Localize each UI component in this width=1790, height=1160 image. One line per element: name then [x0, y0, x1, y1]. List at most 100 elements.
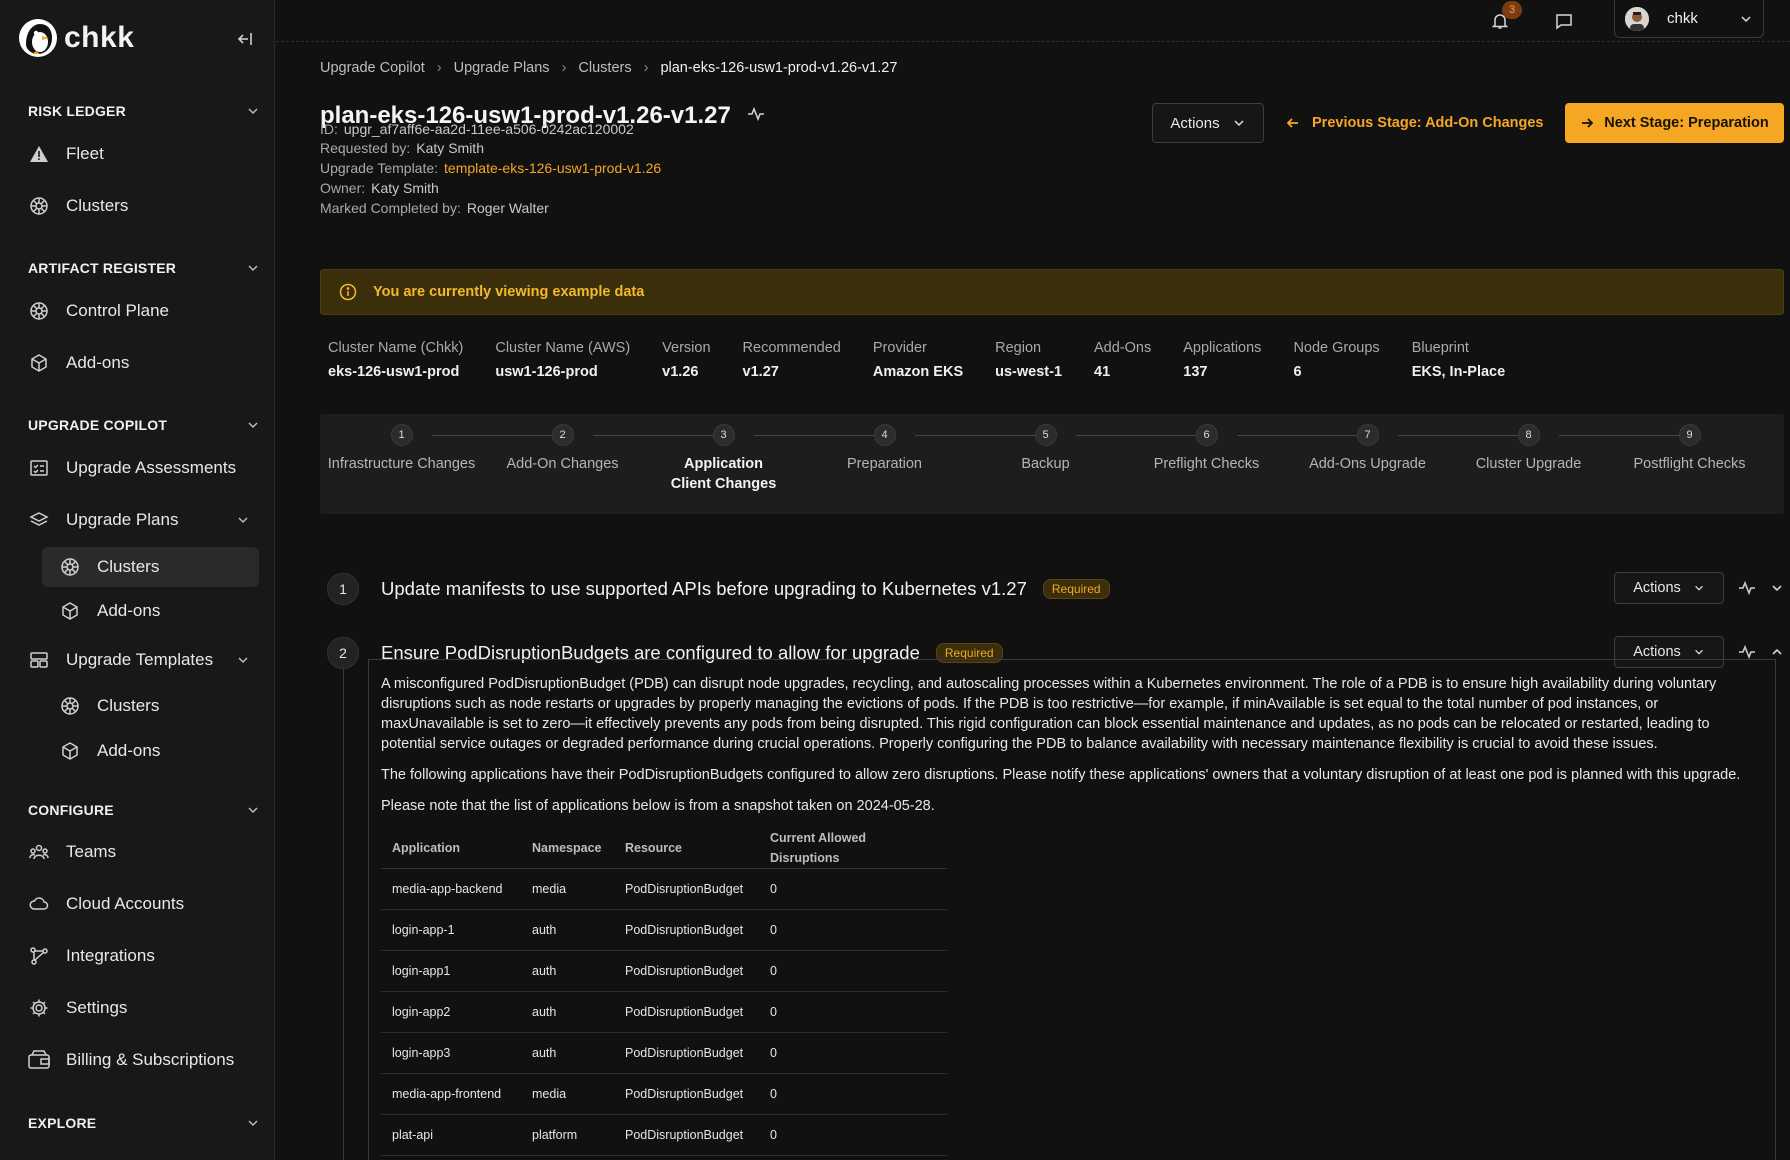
section-explore[interactable]: EXPLORE: [28, 1112, 260, 1134]
sidebar-item-billing[interactable]: Billing & Subscriptions: [28, 1042, 260, 1078]
activity-icon[interactable]: [747, 102, 765, 130]
user-menu[interactable]: chkk: [1614, 0, 1764, 38]
step-number: 5: [1034, 424, 1057, 446]
stat-version: Version v1.26: [662, 340, 710, 380]
cell-resource: PodDisruptionBudget: [614, 991, 759, 1033]
cell-application: media-app-frontend: [381, 1073, 521, 1115]
stat-provider: Provider Amazon EKS: [873, 340, 963, 380]
step-preflight-checks[interactable]: 6 Preflight Checks: [1126, 424, 1287, 474]
next-stage-button[interactable]: Next Stage: Preparation: [1565, 103, 1784, 143]
cell-application: media-app-backend: [381, 868, 521, 910]
column-header[interactable]: Resource: [614, 828, 759, 869]
avatar: [1625, 6, 1649, 31]
layers-icon: [28, 509, 50, 531]
plan-actions-button[interactable]: Actions: [1152, 103, 1264, 143]
sidebar-item-addons[interactable]: Add-ons: [28, 345, 260, 381]
step-cluster-upgrade[interactable]: 8 Cluster Upgrade: [1448, 424, 1609, 474]
logo[interactable]: chkk: [18, 16, 258, 60]
step-infrastructure-changes[interactable]: 1 Infrastructure Changes: [321, 424, 482, 474]
column-header[interactable]: Namespace: [521, 828, 614, 869]
pdb-table: Application Namespace Resource Current A…: [381, 828, 947, 1156]
breadcrumb-link[interactable]: Clusters: [578, 60, 631, 76]
sidebar-subitem-plans-clusters[interactable]: Clusters: [42, 547, 259, 587]
next-stage-label: Next Stage: Preparation: [1604, 115, 1769, 131]
team-icon: [28, 841, 50, 863]
step-preparation[interactable]: 4 Preparation: [804, 424, 965, 474]
sidebar-item-cloud-accounts[interactable]: Cloud Accounts: [28, 886, 260, 922]
sidebar-item-label: Upgrade Assessments: [66, 458, 237, 477]
sidebar-item-teams[interactable]: Teams: [28, 834, 260, 870]
messages-button[interactable]: [1549, 6, 1579, 36]
sidebar-item-control-plane[interactable]: Control Plane: [28, 293, 260, 329]
penguin-logo-icon: [19, 19, 57, 57]
section-upgrade-copilot[interactable]: UPGRADE COPILOT: [28, 414, 260, 436]
meta-value: upgr_af7aff6e-aa2d-11ee-a506-0242ac12000…: [343, 121, 634, 137]
expand-chevron-icon[interactable]: [1770, 581, 1784, 595]
stat-key: Cluster Name (Chkk): [328, 340, 464, 356]
step-backup[interactable]: 5 Backup: [965, 424, 1126, 474]
step-postflight-checks[interactable]: 9 Postflight Checks: [1609, 424, 1770, 474]
step-label: Add-Ons Upgrade: [1309, 456, 1426, 472]
detail-paragraph: The following applications have their Po…: [381, 767, 1741, 783]
stat-value: 6: [1293, 364, 1302, 380]
cell-namespace: auth: [521, 991, 614, 1033]
table-row: media-app-frontend media PodDisruptionBudg…: [381, 1073, 947, 1115]
sidebar-subitem-plans-addons[interactable]: Add-ons: [42, 591, 259, 631]
stat-applications: Applications 137: [1183, 340, 1261, 380]
activity-icon[interactable]: [1738, 579, 1756, 597]
step-label: Application Client Changes: [670, 456, 777, 492]
task-row: 1 Update manifests to use supported APIs…: [327, 569, 1784, 611]
step-addons-upgrade[interactable]: 7 Add-Ons Upgrade: [1287, 424, 1448, 474]
sidebar-item-clusters[interactable]: Clusters: [28, 188, 260, 224]
stat-value: eks-126-usw1-prod: [328, 364, 460, 380]
cell-application: login-app3: [381, 1032, 521, 1074]
stat-key: Region: [995, 340, 1042, 356]
stat-cluster-name-chkk: Cluster Name (Chkk) eks-126-usw1-prod: [328, 340, 463, 380]
cloud-icon: [28, 893, 50, 915]
sidebar-subitem-templates-clusters[interactable]: Clusters: [42, 686, 259, 726]
cell-disruptions: 0: [759, 950, 947, 992]
cell-resource: PodDisruptionBudget: [614, 909, 759, 951]
stat-key: Node Groups: [1293, 340, 1380, 356]
sidebar-item-settings[interactable]: Settings: [28, 990, 260, 1026]
stat-value: Amazon EKS: [872, 364, 964, 380]
sidebar-item-label: Clusters: [97, 696, 160, 715]
column-header[interactable]: Application: [381, 828, 521, 869]
collapse-chevron-icon[interactable]: [1770, 645, 1784, 659]
sidebar-item-fleet[interactable]: Fleet: [28, 136, 260, 172]
breadcrumb-link[interactable]: Upgrade Copilot: [320, 60, 425, 76]
notifications-button[interactable]: 3: [1485, 1, 1522, 36]
cell-disruptions: 0: [759, 1073, 947, 1115]
sidebar-subitem-templates-addons[interactable]: Add-ons: [42, 731, 259, 771]
task-actions-button[interactable]: Actions: [1614, 572, 1724, 604]
section-risk-ledger[interactable]: RISK LEDGER: [28, 100, 260, 122]
step-label: Add-On Changes: [506, 456, 619, 472]
cell-application: login-app2: [381, 991, 521, 1033]
task-title[interactable]: Update manifests to use supported APIs b…: [381, 578, 1110, 600]
stat-region: Region us-west-1: [995, 340, 1062, 380]
sidebar-item-upgrade-assessments[interactable]: Upgrade Assessments: [28, 450, 260, 486]
chevron-right-icon: ›: [561, 60, 567, 76]
main-content: Upgrade Copilot › Upgrade Plans › Cluste…: [276, 42, 1790, 1160]
sidebar-item-label: Add-ons: [97, 601, 161, 620]
section-configure[interactable]: CONFIGURE: [28, 799, 260, 821]
task-number: 1: [327, 573, 359, 605]
actions-label: Actions: [1633, 580, 1681, 596]
sidebar-item-upgrade-templates[interactable]: Upgrade Templates: [28, 642, 260, 678]
timeline-connector: [343, 646, 344, 1160]
sidebar-item-upgrade-plans[interactable]: Upgrade Plans: [28, 502, 260, 538]
section-artifact-register[interactable]: ARTIFACT REGISTER: [28, 257, 260, 279]
sidebar-item-label: Integrations: [66, 946, 155, 965]
collapse-sidebar-button[interactable]: [232, 26, 258, 52]
template-icon: [28, 649, 50, 671]
user-name: chkk: [1667, 10, 1698, 27]
step-addon-changes[interactable]: 2 Add-On Changes: [482, 424, 643, 474]
sidebar-item-integrations[interactable]: Integrations: [28, 938, 260, 974]
step-application-client-changes[interactable]: 3 Application Client Changes: [643, 424, 804, 494]
previous-stage-button[interactable]: Previous Stage: Add-On Changes: [1286, 104, 1544, 142]
column-header[interactable]: Current Allowed Disruptions: [759, 828, 947, 869]
breadcrumb-link[interactable]: Upgrade Plans: [454, 60, 550, 76]
template-link[interactable]: template-eks-126-usw1-prod-v1.26: [444, 160, 661, 176]
step-number: 2: [551, 424, 574, 446]
table-row: login-app1 auth PodDisruptionBudget 0: [381, 950, 947, 992]
